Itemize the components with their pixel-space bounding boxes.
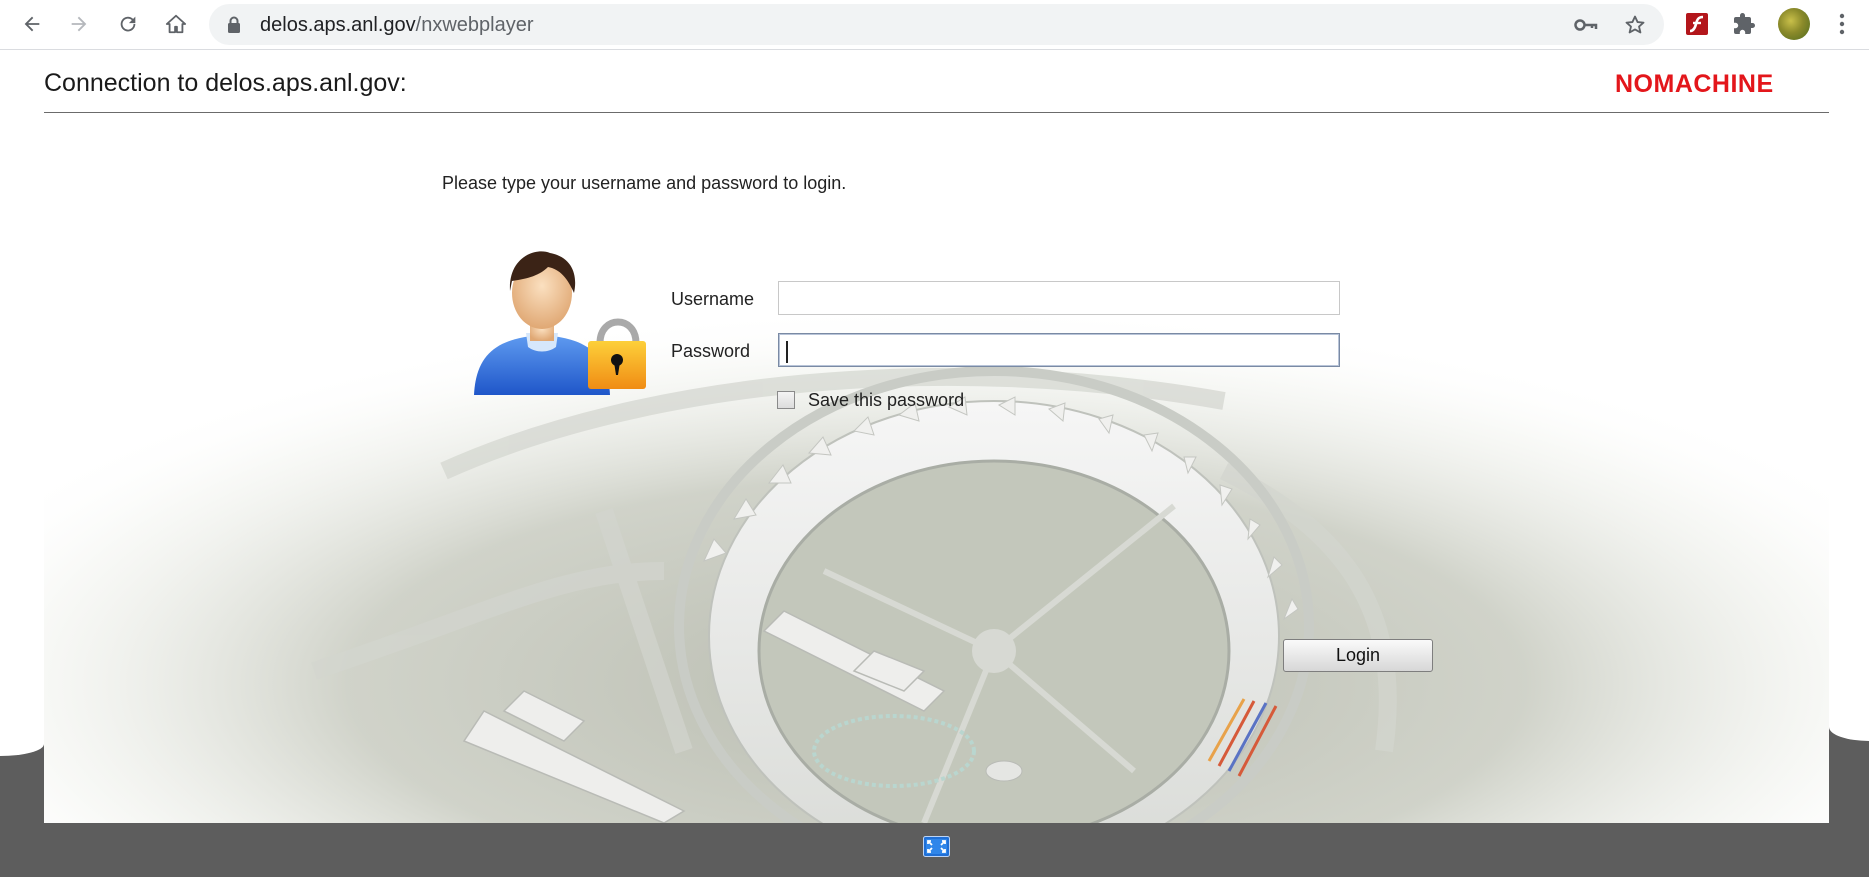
reload-button[interactable] [110, 6, 146, 42]
forward-button[interactable] [61, 6, 97, 42]
header-divider [44, 112, 1829, 113]
url-text: delos.aps.anl.gov/nxwebplayer [260, 14, 534, 37]
save-password-label[interactable]: Save this password [808, 390, 964, 411]
save-password-checkbox[interactable] [777, 391, 795, 409]
reload-icon [120, 16, 136, 32]
address-bar[interactable]: delos.aps.anl.gov/nxwebplayer [209, 4, 1664, 45]
login-instruction: Please type your username and password t… [442, 173, 847, 193]
more-icon [1839, 13, 1845, 35]
flash-extension-icon [1686, 13, 1708, 35]
home-icon [165, 14, 187, 34]
background-campus-map [44, 191, 1829, 823]
puzzle-icon [1734, 13, 1755, 34]
login-button[interactable]: Login [1283, 639, 1433, 672]
home-button[interactable] [158, 6, 194, 42]
password-key-button[interactable] [1571, 10, 1601, 40]
password-label: Password [671, 341, 751, 361]
url-host: delos.aps.anl.gov [260, 14, 416, 36]
url-path: /nxwebplayer [415, 14, 534, 36]
menu-button[interactable] [1826, 8, 1858, 40]
back-icon [24, 16, 40, 32]
extensions-button[interactable] [1728, 8, 1760, 40]
nomachine-logo: NOMACHINE [1615, 70, 1774, 95]
user-lock-icon [474, 251, 646, 395]
flash-extension-button[interactable] [1681, 8, 1713, 40]
password-field[interactable] [778, 333, 1340, 367]
avatar[interactable] [1778, 8, 1810, 40]
lock-icon [228, 16, 240, 33]
username-field[interactable] [778, 281, 1340, 315]
fullscreen-icon[interactable] [923, 836, 950, 857]
back-button[interactable] [14, 6, 50, 42]
browser-toolbar: delos.aps.anl.gov/nxwebplayer [0, 0, 1869, 50]
star-icon [1625, 15, 1645, 34]
login-panel: Connection to delos.aps.anl.gov: NOMACHI… [44, 51, 1829, 823]
bookmark-button[interactable] [1620, 10, 1650, 40]
nomachine-web-player: Connection to delos.aps.anl.gov: NOMACHI… [0, 51, 1869, 877]
username-label: Username [671, 289, 755, 309]
forward-icon [71, 16, 87, 32]
connection-title: Connection to delos.aps.anl.gov: [44, 69, 407, 97]
key-icon [1574, 19, 1598, 31]
svg-text:NOMACHINE: NOMACHINE [1615, 70, 1774, 95]
text-caret [786, 341, 788, 363]
